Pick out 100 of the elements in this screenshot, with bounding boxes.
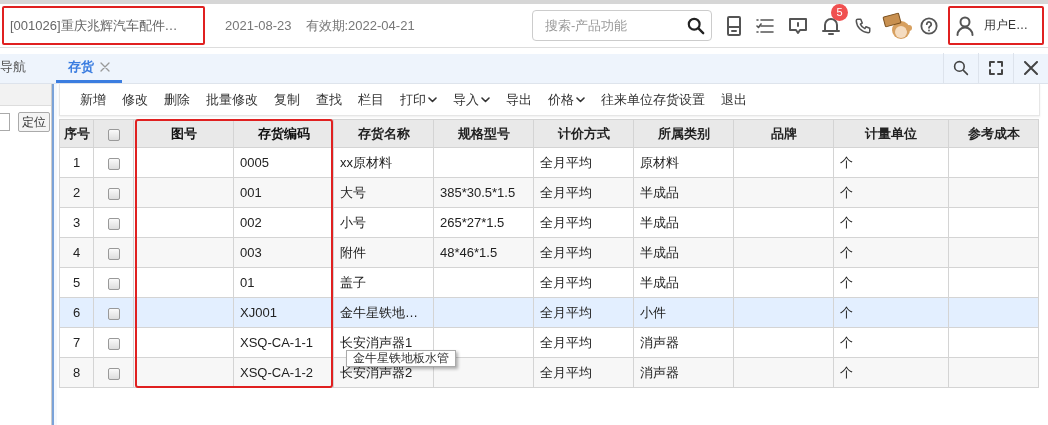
column-header: 规格型号 bbox=[433, 119, 534, 148]
checkbox[interactable] bbox=[107, 367, 120, 380]
table-cell: xx原材料 bbox=[340, 154, 392, 170]
table-cell: 0005 bbox=[240, 155, 269, 170]
row-number: 5 bbox=[59, 267, 94, 298]
table-cell: 个 bbox=[840, 304, 853, 320]
table-cell: 003 bbox=[240, 245, 262, 260]
table-cell: 002 bbox=[240, 215, 262, 230]
phone-icon[interactable] bbox=[854, 16, 872, 35]
table-cell: 附件 bbox=[340, 244, 366, 260]
toolbar-button[interactable]: 往来单位存货设置 bbox=[601, 90, 705, 109]
message-icon[interactable] bbox=[788, 16, 808, 35]
checkbox[interactable] bbox=[107, 187, 120, 200]
checkbox[interactable] bbox=[107, 277, 120, 290]
checkbox[interactable] bbox=[107, 157, 120, 170]
mascot-icon[interactable] bbox=[882, 10, 912, 41]
company-name: [001026]重庆兆辉汽车配件… bbox=[2, 6, 205, 45]
table-cell: 盖子 bbox=[340, 274, 366, 290]
checkbox[interactable] bbox=[107, 247, 120, 260]
table-cell: 01 bbox=[240, 275, 255, 290]
table-cell: 全月平均 bbox=[540, 214, 592, 230]
table-cell: 全月平均 bbox=[540, 304, 592, 320]
table-cell: 个 bbox=[840, 274, 853, 290]
table-cell: 385*30.5*1.5 bbox=[440, 185, 516, 200]
row-number: 7 bbox=[59, 327, 94, 358]
user-menu[interactable]: 用户E… bbox=[948, 6, 1044, 45]
column-header: 所属类别 bbox=[633, 119, 734, 148]
table-cell: 个 bbox=[840, 184, 853, 200]
table-cell: XSQ-CA-1-1 bbox=[240, 335, 313, 350]
table-cell: 个 bbox=[840, 214, 853, 230]
column-header: 计量单位 bbox=[833, 119, 949, 148]
table-cell: 48*46*1.5 bbox=[440, 245, 498, 260]
checklist-icon[interactable] bbox=[756, 16, 774, 35]
tooltip: 金牛星铁地板水管 bbox=[346, 350, 456, 367]
splitter-bar[interactable] bbox=[52, 84, 57, 425]
column-header: 序号 bbox=[59, 119, 94, 148]
row-number: 8 bbox=[59, 357, 94, 388]
table-cell: 大号 bbox=[340, 184, 366, 200]
table-cell: 金牛星铁地… bbox=[340, 304, 418, 320]
table-cell: 全月平均 bbox=[540, 184, 592, 200]
calculator-icon[interactable] bbox=[726, 15, 742, 36]
search-bar[interactable]: 搜索-产品功能 bbox=[532, 10, 712, 41]
table-cell: 小号 bbox=[340, 214, 366, 230]
table-cell: 全月平均 bbox=[540, 364, 592, 380]
row-number: 1 bbox=[59, 147, 94, 178]
toolbar-button[interactable]: 删除 bbox=[164, 90, 190, 109]
notification-badge: 5 bbox=[831, 4, 848, 21]
table-cell: 个 bbox=[840, 334, 853, 350]
user-icon bbox=[956, 15, 974, 36]
checkbox[interactable] bbox=[107, 337, 120, 350]
table-cell: 全月平均 bbox=[540, 334, 592, 350]
table-cell: 全月平均 bbox=[540, 154, 592, 170]
toolbar-button[interactable]: 退出 bbox=[721, 90, 747, 109]
checkbox[interactable] bbox=[107, 217, 120, 230]
table-cell: 半成品 bbox=[640, 274, 679, 290]
locate-field[interactable] bbox=[0, 113, 10, 131]
row-number: 4 bbox=[59, 237, 94, 268]
search-icon[interactable] bbox=[687, 16, 705, 35]
locate-button[interactable]: 定位 bbox=[18, 112, 50, 132]
help-icon[interactable] bbox=[920, 16, 938, 35]
toolbar-button[interactable]: 复制 bbox=[274, 90, 300, 109]
column-header: 图号 bbox=[133, 119, 234, 148]
toolbar-button[interactable]: 价格 bbox=[548, 90, 585, 109]
tab[interactable]: 导航 bbox=[0, 53, 36, 83]
table-cell: 全月平均 bbox=[540, 274, 592, 290]
table-cell: 个 bbox=[840, 364, 853, 380]
table-cell: 半成品 bbox=[640, 244, 679, 260]
toolbar-button[interactable]: 修改 bbox=[122, 90, 148, 109]
row-number: 6 bbox=[59, 297, 94, 328]
table-cell: 长安消声器1 bbox=[340, 334, 413, 350]
toolbar-button[interactable]: 打印 bbox=[400, 90, 437, 109]
table-cell: 265*27*1.5 bbox=[440, 215, 505, 230]
toolbar-button[interactable]: 批量修改 bbox=[206, 90, 258, 109]
validity-date: 有效期:2022-04-21 bbox=[305, 16, 415, 35]
row-number: 3 bbox=[59, 207, 94, 238]
login-date: 2021-08-23 bbox=[225, 18, 292, 33]
row-number: 2 bbox=[59, 177, 94, 208]
toolbar-button[interactable]: 导入 bbox=[453, 90, 490, 109]
table-cell: 半成品 bbox=[640, 214, 679, 230]
checkbox[interactable] bbox=[107, 128, 120, 141]
table-cell: 001 bbox=[240, 185, 262, 200]
bell-icon[interactable] bbox=[822, 15, 840, 36]
toolbar-button[interactable]: 导出 bbox=[506, 90, 532, 109]
table-cell: 小件 bbox=[640, 304, 666, 320]
table-cell: XSQ-CA-1-2 bbox=[240, 365, 313, 380]
table-cell: 个 bbox=[840, 244, 853, 260]
column-header: 计价方式 bbox=[533, 119, 634, 148]
tab[interactable]: 存货 bbox=[56, 53, 122, 83]
toolbar-button[interactable]: 栏目 bbox=[358, 90, 384, 109]
checkbox[interactable] bbox=[107, 307, 120, 320]
table-cell: 长安消声器2 bbox=[340, 364, 413, 380]
toolbar-button[interactable]: 新增 bbox=[80, 90, 106, 109]
column-header: 品牌 bbox=[733, 119, 834, 148]
column-header: 参考成本 bbox=[948, 119, 1039, 148]
table-cell: 原材料 bbox=[640, 154, 679, 170]
column-header: 存货名称 bbox=[333, 119, 434, 148]
table-cell: 个 bbox=[840, 154, 853, 170]
toolbar-button[interactable]: 查找 bbox=[316, 90, 342, 109]
table-cell: 半成品 bbox=[640, 184, 679, 200]
table-cell: 消声器 bbox=[640, 364, 679, 380]
